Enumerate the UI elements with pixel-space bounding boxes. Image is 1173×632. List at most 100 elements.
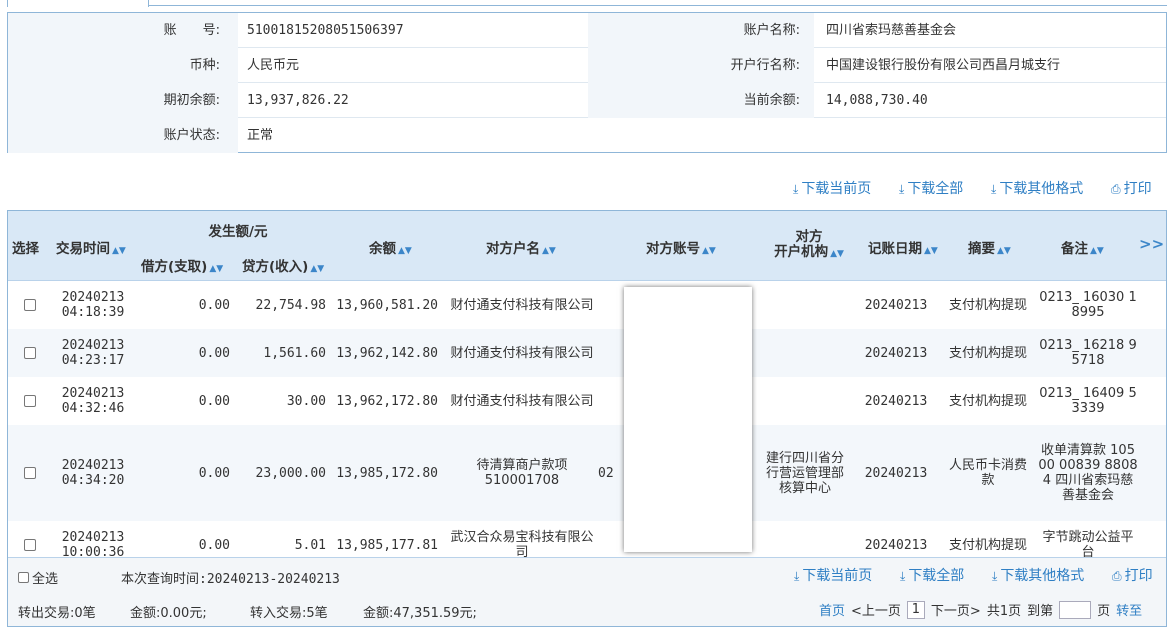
total-pages: 共1页 <box>986 604 1022 619</box>
sort-icon: ▲▼ <box>112 246 126 256</box>
status-label: 账户状态: <box>163 128 220 143</box>
download-other-link[interactable]: ⤓ 下载其他格式 <box>991 179 1083 199</box>
download-icon: ⤓ <box>794 569 800 583</box>
account-no-value: 51001815208051506397 <box>247 23 404 38</box>
row-select-cell[interactable] <box>8 425 52 521</box>
sort-icon: ▲▼ <box>702 246 716 256</box>
counterparty-name: 待清算商户款项510001708 <box>476 458 568 488</box>
status-value: 正常 <box>247 128 274 143</box>
table-row[interactable]: 20240213 04:18:39 0.00 22,754.98 13,960,581.… <box>8 281 1166 329</box>
transaction-time: 20240213 04:18:39 <box>52 281 134 329</box>
transaction-date: 20240213 <box>61 530 125 545</box>
transaction-grid: 选择 交易时间 ▲▼ 发生额/元 借方(支取) ▲▼ 贷方(收入) ▲▼ 余额 ▲▼ 对… <box>7 210 1167 627</box>
current-balance-value: 14,088,730.40 <box>826 93 928 108</box>
row-checkbox[interactable] <box>24 467 36 479</box>
header-balance[interactable]: 余额 ▲▼ <box>369 237 412 257</box>
table-row[interactable]: 20240213 04:23:17 0.00 1,561.60 13,962,142.8… <box>8 329 1166 377</box>
table-row[interactable]: 20240213 04:32:46 0.00 30.00 13,962,172.80 财付… <box>8 377 1166 425</box>
redaction-overlay <box>624 287 752 552</box>
counter-bank: 建行四川省分行营运管理部核算中心 <box>765 450 844 496</box>
opening-balance-value: 13,937,826.22 <box>247 93 349 108</box>
counter-bank <box>760 521 850 557</box>
remark: 0213_ 16409 53339 <box>1039 386 1137 416</box>
download-current-link[interactable]: ⤓ 下载当前页 <box>794 566 872 586</box>
sort-icon: ▲▼ <box>997 246 1011 256</box>
active-tab[interactable] <box>7 0 149 7</box>
first-page-link[interactable]: 首页 <box>819 600 845 619</box>
account-name-value: 四川省索玛慈善基金会 <box>826 23 957 38</box>
tab-divider <box>149 5 1167 6</box>
balance-amount: 13,962,142.80 <box>336 345 438 361</box>
transaction-time: 04:18:39 <box>61 305 125 320</box>
header-counterparty[interactable]: 对方户名 ▲▼ <box>486 237 556 257</box>
header-credit[interactable]: 贷方(收入) ▲▼ <box>242 255 324 275</box>
more-columns-button[interactable]: >> <box>1139 235 1164 253</box>
download-all-link[interactable]: ⤓ 下载全部 <box>900 566 964 586</box>
row-select-cell[interactable] <box>8 377 52 425</box>
header-counter-account[interactable]: 对方账号 ▲▼ <box>646 237 716 257</box>
transaction-time: 20240213 10:00:36 <box>52 521 134 557</box>
next-page-link[interactable]: 下一页> <box>931 600 981 619</box>
top-action-bar: ⤓ 下载当前页 ⤓ 下载全部 ⤓ 下载其他格式 ⎙ 打印 <box>0 179 1173 199</box>
header-summary[interactable]: 摘要 ▲▼ <box>968 237 1011 257</box>
bank-value: 中国建设银行股份有限公司西昌月城支行 <box>826 58 1061 73</box>
prev-page-link[interactable]: <上一页 <box>851 600 901 619</box>
download-icon: ⤓ <box>793 182 799 196</box>
counterparty-name: 财付通支付科技有限公司 <box>450 345 594 361</box>
transaction-time: 04:34:20 <box>61 473 125 488</box>
out-amount: 金额:0.00元; <box>130 606 207 621</box>
account-row-1: 账 号: 51001815208051506397 账户名称: 四川省索玛慈善基… <box>8 13 1166 48</box>
row-select-cell[interactable] <box>8 329 52 377</box>
debit-amount: 0.00 <box>198 345 230 361</box>
credit-amount: 1,561.60 <box>263 345 326 361</box>
print-link[interactable]: ⎙ 打印 <box>1112 566 1153 586</box>
account-row-4: 账户状态: 正常 <box>8 118 1166 153</box>
row-select-cell[interactable] <box>8 281 52 329</box>
post-date: 20240213 <box>864 465 928 481</box>
download-current-link[interactable]: ⤓ 下载当前页 <box>793 179 871 199</box>
table-row[interactable]: 20240213 10:00:36 0.00 5.01 13,985,177.81 武汉合… <box>8 521 1166 557</box>
row-checkbox[interactable] <box>24 347 36 359</box>
remark: 字节跳动公益平台 <box>1042 530 1134 557</box>
credit-amount: 23,000.00 <box>255 465 326 481</box>
currency-label: 币种: <box>189 58 220 73</box>
row-checkbox[interactable] <box>24 539 36 551</box>
remark: 收单清算款 10500 00839 88084 四川省索玛慈善基金会 <box>1038 443 1138 503</box>
header-amount-group: 发生额/元 <box>208 224 268 240</box>
download-icon: ⤓ <box>899 182 905 196</box>
download-other-link[interactable]: ⤓ 下载其他格式 <box>992 566 1084 586</box>
header-remark[interactable]: 备注 ▲▼ <box>1061 237 1104 257</box>
account-name-label: 账户名称: <box>743 23 800 38</box>
download-icon: ⤓ <box>991 182 997 196</box>
balance-amount: 13,985,172.80 <box>336 465 438 481</box>
header-debit[interactable]: 借方(支取) ▲▼ <box>141 255 223 275</box>
account-no-label: 账 号: <box>163 23 220 38</box>
header-time[interactable]: 交易时间 ▲▼ <box>56 237 126 257</box>
table-row[interactable]: 20240213 04:34:20 0.00 23,000.00 13,985,172.… <box>8 425 1166 521</box>
header-counter-bank[interactable]: 对方 开户机构 ▲▼ <box>768 230 850 262</box>
counter-bank <box>760 377 850 425</box>
current-page[interactable]: 1 <box>906 600 925 619</box>
out-summary: 转出交易:0笔 <box>18 606 96 621</box>
header-select: 选择 <box>12 241 39 257</box>
counterparty-name: 财付通支付科技有限公司 <box>450 297 594 313</box>
sort-icon: ▲▼ <box>542 246 556 256</box>
account-info-panel: 账 号: 51001815208051506397 账户名称: 四川省索玛慈善基… <box>7 12 1167 153</box>
print-link[interactable]: ⎙ 打印 <box>1111 179 1152 199</box>
bank-label: 开户行名称: <box>730 58 800 73</box>
pagination: 首页 <上一页 1 下一页> 共1页 到第 页 转至 <box>819 600 1142 619</box>
download-all-link[interactable]: ⤓ 下载全部 <box>899 179 963 199</box>
row-checkbox[interactable] <box>24 395 36 407</box>
header-post-date[interactable]: 记账日期 ▲▼ <box>868 237 938 257</box>
in-summary: 转入交易:5笔 <box>250 606 328 621</box>
debit-amount: 0.00 <box>198 537 230 553</box>
go-button[interactable]: 转至 <box>1116 600 1142 619</box>
currency-value: 人民币元 <box>247 58 300 73</box>
transaction-time: 04:32:46 <box>61 401 125 416</box>
page-jump-input[interactable] <box>1059 600 1092 619</box>
counterparty-name: 财付通支付科技有限公司 <box>450 393 594 409</box>
printer-icon: ⎙ <box>1112 569 1122 583</box>
row-select-cell[interactable] <box>8 521 52 557</box>
grid-header: 选择 交易时间 ▲▼ 发生额/元 借方(支取) ▲▼ 贷方(收入) ▲▼ 余额 ▲▼ 对… <box>8 211 1166 281</box>
row-checkbox[interactable] <box>24 299 36 311</box>
